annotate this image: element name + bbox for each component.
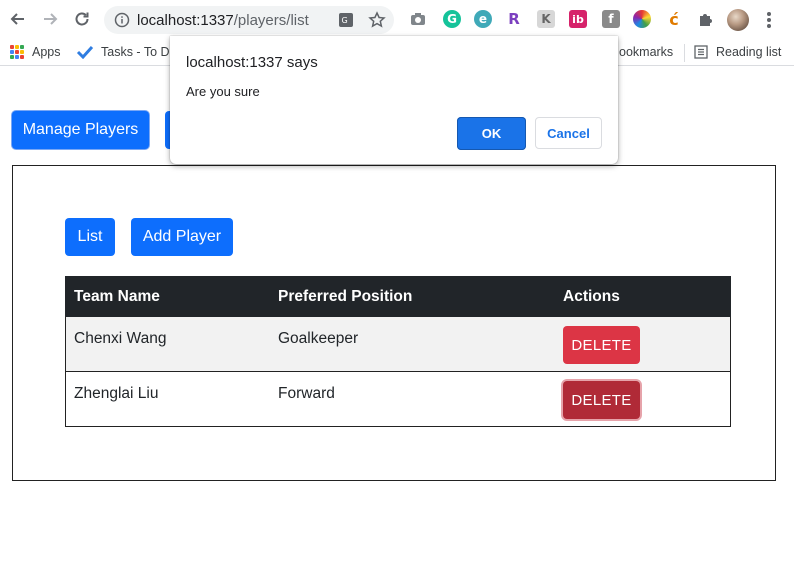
bookmark-divider: [684, 44, 685, 62]
edge-icon[interactable]: e: [474, 10, 492, 28]
back-arrow-icon: [10, 13, 24, 25]
header-preferred-position: Preferred Position: [278, 288, 413, 305]
players-table: Team Name Preferred Position Actions Che…: [65, 276, 731, 427]
bookmark-reading-list[interactable]: Reading list: [694, 43, 781, 61]
bookmark-tasks[interactable]: Tasks - To Do: [76, 43, 177, 61]
table-row: Zhenglai Liu Forward DELETE: [65, 372, 731, 427]
delete-button[interactable]: DELETE: [563, 326, 640, 364]
checkmark-icon: [76, 45, 94, 59]
address-bar[interactable]: localhost:1337/players/list G: [104, 6, 394, 34]
apps-grid-icon: [10, 45, 24, 59]
manage-players-button[interactable]: Manage Players: [12, 111, 149, 149]
add-player-button[interactable]: Add Player: [131, 218, 233, 256]
url-text[interactable]: localhost:1337/players/list: [137, 12, 309, 29]
cell-name: Zhenglai Liu: [74, 385, 159, 402]
ib-icon[interactable]: ib: [569, 10, 587, 28]
url-host: localhost:1337: [137, 12, 234, 29]
back-button[interactable]: [7, 8, 29, 30]
camera-icon[interactable]: [409, 10, 427, 28]
header-team-name: Team Name: [74, 288, 160, 305]
url-path: /players/list: [233, 12, 309, 29]
browser-toolbar: localhost:1337/players/list G G e R K ib…: [0, 0, 794, 38]
bookmark-apps[interactable]: Apps: [10, 43, 61, 61]
bookmark-other-label: ookmarks: [619, 45, 674, 59]
bookmark-star-icon[interactable]: [368, 11, 386, 29]
forward-arrow-icon: [44, 13, 58, 25]
forward-button[interactable]: [39, 8, 61, 30]
cell-position: Goalkeeper: [278, 330, 359, 347]
color-wheel-icon[interactable]: [633, 10, 651, 28]
ok-button[interactable]: OK: [457, 117, 526, 150]
dialog-message: Are you sure: [186, 84, 260, 99]
cell-position: Forward: [278, 385, 335, 402]
dialog-title: localhost:1337 says: [186, 54, 318, 71]
reading-list-icon: [694, 45, 708, 59]
delete-button[interactable]: DELETE: [563, 381, 640, 419]
bookmark-apps-label: Apps: [32, 45, 61, 59]
info-icon[interactable]: [114, 12, 130, 28]
reload-button[interactable]: [71, 8, 93, 30]
f-icon[interactable]: f: [602, 10, 620, 28]
browser-menu-icon[interactable]: [763, 10, 775, 30]
cell-name: Chenxi Wang: [74, 330, 167, 347]
c-icon[interactable]: ć: [665, 10, 683, 29]
k-icon[interactable]: K: [537, 10, 555, 28]
avatar[interactable]: [727, 9, 749, 31]
table-header: Team Name Preferred Position Actions: [65, 276, 731, 317]
translate-icon[interactable]: G: [337, 11, 355, 29]
table-row: Chenxi Wang Goalkeeper DELETE: [65, 317, 731, 372]
svg-text:G: G: [342, 16, 348, 25]
grammarly-icon[interactable]: G: [443, 10, 461, 28]
reload-icon: [75, 12, 89, 26]
header-actions: Actions: [563, 288, 620, 305]
r-icon[interactable]: R: [505, 10, 523, 28]
bookmark-tasks-label: Tasks - To Do: [101, 45, 177, 59]
bookmark-other[interactable]: ookmarks: [619, 43, 673, 61]
confirm-dialog: localhost:1337 says Are you sure OK Canc…: [170, 36, 618, 164]
bookmark-reading-list-label: Reading list: [716, 45, 782, 59]
cancel-button[interactable]: Cancel: [535, 117, 602, 149]
list-button[interactable]: List: [65, 218, 115, 256]
puzzle-icon[interactable]: [697, 10, 715, 28]
